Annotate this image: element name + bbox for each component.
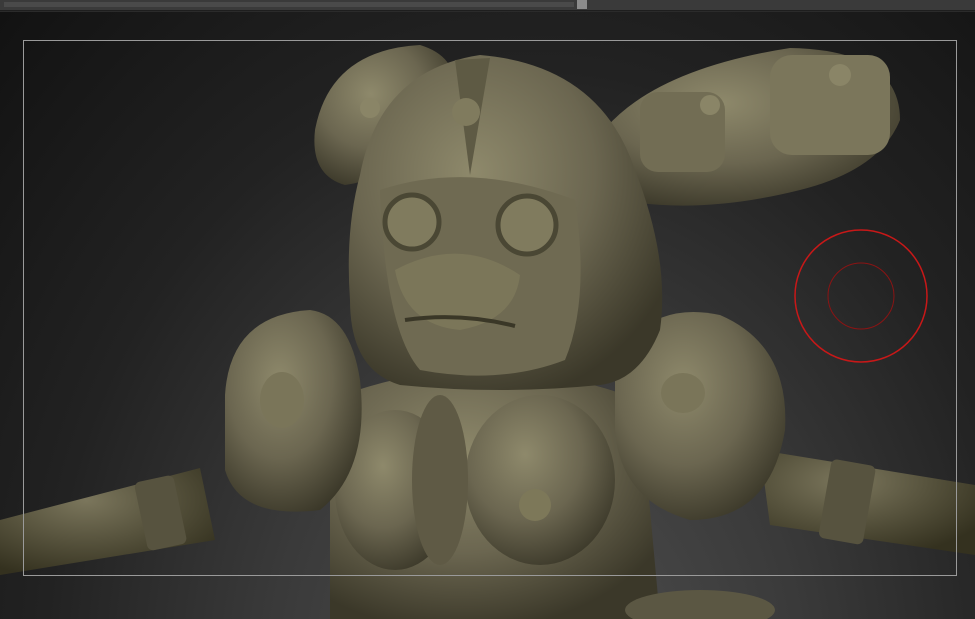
right-eye [495, 193, 559, 257]
left-eye [382, 192, 442, 252]
toolbar-scroll-handle[interactable] [577, 0, 587, 9]
sculpt-model [0, 45, 975, 619]
top-toolbar-strip[interactable] [0, 0, 975, 11]
chest-right [465, 395, 615, 565]
document-viewport[interactable] [0, 12, 975, 619]
toolbar-track [4, 2, 574, 7]
